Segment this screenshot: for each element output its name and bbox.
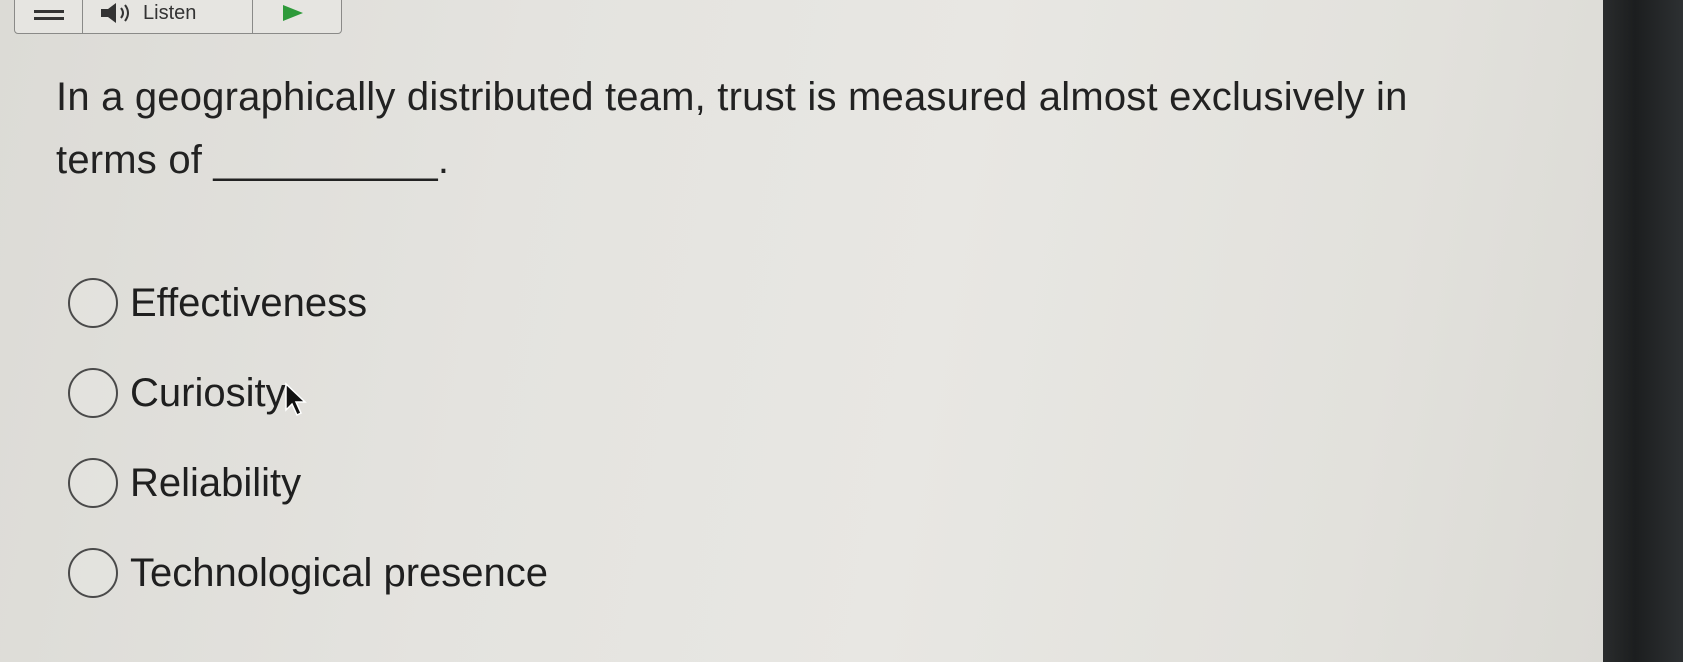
screen-bezel — [1603, 0, 1683, 662]
menu-button[interactable] — [15, 0, 83, 33]
mouse-pointer-icon — [285, 382, 307, 417]
question-text: In a geographically distributed team, tr… — [56, 75, 1408, 182]
option-effectiveness[interactable]: Effectiveness — [68, 258, 548, 348]
play-icon — [283, 5, 303, 21]
option-reliability[interactable]: Reliability — [68, 438, 548, 528]
radio-button[interactable] — [68, 548, 118, 598]
option-label: Effectiveness — [130, 280, 368, 325]
option-label: Curiosity — [130, 370, 286, 415]
listen-button[interactable]: Listen — [83, 0, 253, 33]
menu-icon — [33, 10, 64, 20]
radio-button[interactable] — [68, 278, 118, 328]
play-button[interactable] — [253, 0, 341, 33]
reader-toolbar: Listen — [14, 0, 342, 34]
answer-options: Effectiveness Curiosity Reliability Tech… — [68, 258, 548, 618]
option-label: Reliability — [130, 460, 302, 505]
listen-label: Listen — [143, 1, 197, 24]
option-technological-presence[interactable]: Technological presence — [68, 528, 548, 618]
radio-button[interactable] — [68, 458, 118, 508]
radio-button[interactable] — [68, 368, 118, 418]
option-label: Technological presence — [130, 550, 549, 595]
speaker-icon — [101, 3, 129, 23]
